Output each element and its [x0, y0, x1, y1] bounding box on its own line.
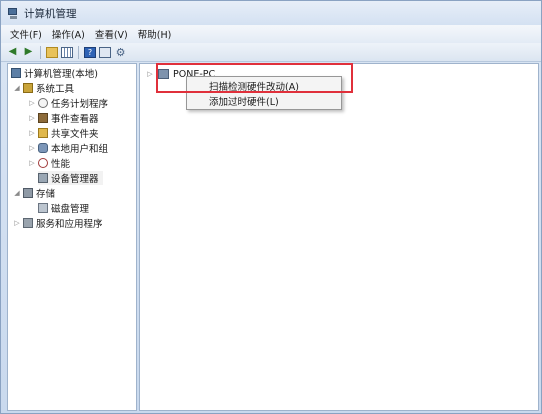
storage-icon [23, 188, 33, 198]
title-bar: 计算机管理 [1, 1, 541, 25]
tree-item-label: 计算机管理(本地) [24, 69, 98, 80]
tree-item-computer-management[interactable]: 计算机管理(本地) [11, 66, 98, 80]
expand-arrow-icon[interactable]: ▷ [28, 159, 36, 167]
performance-icon [38, 158, 48, 168]
forward-arrow-icon[interactable]: ▶ [22, 46, 35, 59]
disk-management-icon [38, 203, 48, 213]
properties-icon[interactable] [99, 46, 111, 58]
tree-item-label: 服务和应用程序 [36, 219, 103, 230]
tree-item-label: 本地用户和组 [51, 144, 109, 155]
computer-management-window: 计算机管理 文件(F) 操作(A) 查看(V) 帮助(H) ◀ ▶ ? ⚙ 计算… [0, 0, 542, 414]
expand-arrow-icon[interactable]: ▷ [146, 70, 154, 78]
expand-arrow-icon[interactable]: ▷ [28, 144, 36, 152]
tree-item-performance[interactable]: ▷ 性能 [28, 156, 70, 170]
expand-arrow-icon[interactable]: ▷ [28, 99, 36, 107]
expand-arrow-icon[interactable]: ▷ [28, 129, 36, 137]
add-legacy-hardware-menu-item[interactable]: 添加过时硬件(L) [209, 94, 279, 108]
tree-item-label: 性能 [51, 159, 71, 170]
tree-item-device-manager[interactable]: 设备管理器 [38, 171, 103, 185]
services-apps-icon [23, 218, 33, 228]
menu-bar: 文件(F) 操作(A) 查看(V) 帮助(H) [1, 25, 541, 43]
event-viewer-icon [38, 113, 48, 123]
tree-item-local-users[interactable]: ▷ 本地用户和组 [28, 141, 108, 155]
show-hide-tree-icon[interactable] [61, 46, 73, 58]
computer-management-icon [11, 68, 21, 78]
menu-help[interactable]: 帮助(H) [133, 27, 177, 41]
tree-item-task-scheduler[interactable]: ▷ 任务计划程序 [28, 96, 108, 110]
toolbar-separator [40, 45, 41, 59]
tree-item-label: 任务计划程序 [51, 99, 109, 110]
tree-item-label: 系统工具 [36, 84, 75, 95]
menu-action[interactable]: 操作(A) [47, 27, 90, 41]
tree-item-event-viewer[interactable]: ▷ 事件查看器 [28, 111, 99, 125]
toolbar-separator [78, 45, 79, 59]
tree-item-shared-folders[interactable]: ▷ 共享文件夹 [28, 126, 99, 140]
console-tree-pane[interactable]: 计算机管理(本地) ◢ 系统工具 ▷ 任务计划程序 ▷ 事件查看器 ▷ 共享文件… [7, 63, 137, 411]
tree-item-label: 事件查看器 [51, 114, 99, 125]
computer-management-icon [7, 7, 20, 20]
shared-folders-icon [38, 128, 48, 138]
local-users-icon [38, 143, 48, 153]
up-folder-icon[interactable] [46, 46, 58, 58]
tree-item-system-tools[interactable]: ◢ 系统工具 [13, 81, 74, 95]
back-arrow-icon[interactable]: ◀ [6, 46, 19, 59]
system-tools-icon [23, 83, 33, 93]
device-tree-pane[interactable]: ▷ PONE-PC [139, 63, 539, 411]
menu-view[interactable]: 查看(V) [90, 27, 133, 41]
scan-hardware-icon[interactable]: ⚙ [114, 46, 127, 59]
tree-item-label: 共享文件夹 [51, 129, 99, 140]
expand-arrow-icon[interactable]: ▷ [28, 114, 36, 122]
device-manager-icon [38, 173, 48, 183]
help-icon[interactable]: ? [84, 46, 96, 58]
menu-file[interactable]: 文件(F) [5, 27, 47, 41]
collapse-arrow-icon[interactable]: ◢ [13, 84, 21, 92]
window-title: 计算机管理 [24, 7, 77, 20]
tree-item-disk-management[interactable]: 磁盘管理 [38, 201, 89, 215]
tree-item-services-apps[interactable]: ▷ 服务和应用程序 [13, 216, 103, 230]
expand-arrow-icon[interactable]: ▷ [13, 219, 21, 227]
tree-item-storage[interactable]: ◢ 存储 [13, 186, 55, 200]
tree-item-label: 设备管理器 [51, 174, 99, 185]
task-scheduler-icon [38, 98, 48, 108]
collapse-arrow-icon[interactable]: ◢ [13, 189, 21, 197]
highlight-box [156, 63, 353, 93]
tree-item-label: 存储 [36, 189, 56, 200]
tree-item-label: 磁盘管理 [51, 204, 90, 215]
toolbar: ◀ ▶ ? ⚙ [1, 43, 541, 62]
